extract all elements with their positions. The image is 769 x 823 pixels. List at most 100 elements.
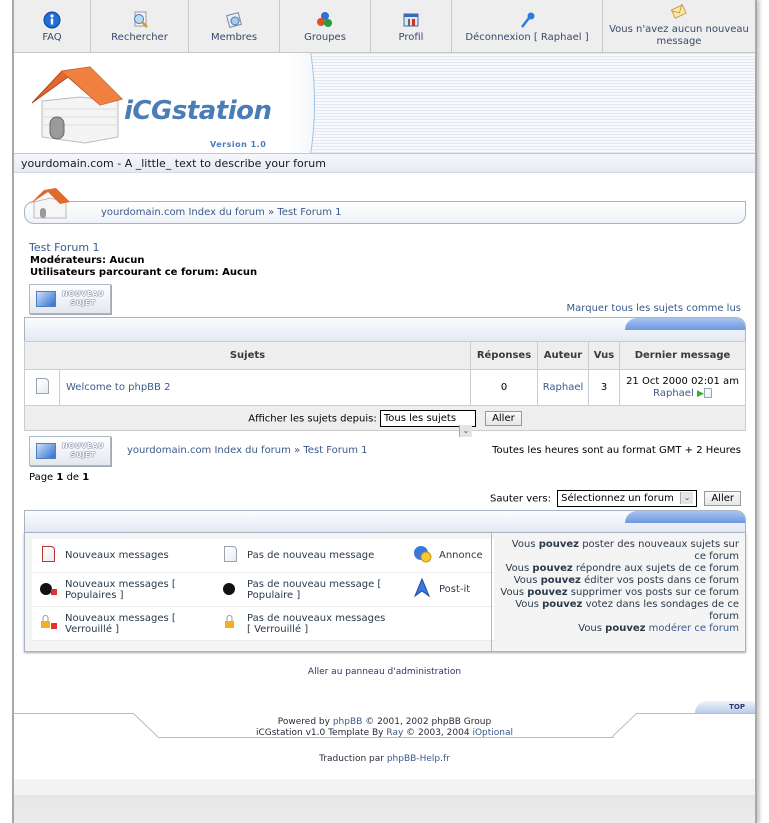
permission-item: Vous pouvez éditer vos posts dans ce for… — [513, 575, 739, 586]
chevron-down-icon: ⌄ — [680, 492, 694, 504]
topics-table-cap — [24, 317, 746, 342]
nav-members[interactable]: Membres — [189, 0, 280, 52]
moderate-forum-link[interactable]: modérer ce forum — [649, 623, 739, 634]
pagination-text: Page 1 de 1 — [29, 472, 90, 483]
translation-text: Traduction par phpBB-Help.fr — [319, 754, 450, 764]
translation-link[interactable]: phpBB-Help.fr — [387, 754, 450, 764]
breadcrumb-index-link[interactable]: yourdomain.com Index du forum — [127, 445, 291, 456]
legend-row: Nouveaux messages Pas de nouveau message… — [32, 539, 494, 573]
new-posts-icon — [41, 546, 55, 562]
topic-days-select[interactable]: Tous les sujets ⌄ — [379, 409, 476, 437]
browsing-users-text: Utilisateurs parcourant ce forum: Aucun — [30, 267, 258, 278]
ioptional-link[interactable]: iOptional — [472, 728, 513, 738]
header-views: Vus — [588, 341, 620, 370]
no-new-posts-icon — [223, 546, 237, 562]
new-hot-posts-icon — [40, 583, 57, 595]
last-post-date: 21 Oct 2000 02:01 am — [626, 375, 739, 387]
timezone-text: Toutes les heures sont au format GMT + 2… — [492, 445, 741, 456]
header-topics: Sujets — [24, 341, 471, 370]
envelope-icon — [670, 3, 688, 21]
footer-bar — [14, 779, 755, 823]
no-new-locked-posts-icon — [225, 615, 234, 628]
topic-title-link[interactable]: Welcome to phpBB 2 — [66, 382, 170, 393]
latest-post-icon[interactable]: ▶ — [697, 389, 704, 399]
nav-search[interactable]: Rechercher — [91, 0, 189, 52]
nav-messages[interactable]: Vous n'avez aucun nouveau message — [603, 0, 755, 52]
back-to-top-link[interactable]: TOP — [695, 701, 755, 713]
breadcrumb: yourdomain.com Index du forum » Test For… — [101, 207, 342, 218]
permission-item: Vous pouvez modérer ce forum — [578, 623, 739, 634]
topics-table: Sujets Réponses Auteur Vus Dernier messa… — [24, 341, 746, 437]
new-topic-button-bottom[interactable]: NOUVEAU SUJET — [29, 436, 111, 466]
site-header: iCGstation Version 1.0 — [14, 53, 755, 153]
logo-text: iCGstation — [124, 96, 272, 126]
jump-forum-select[interactable]: Sélectionnez un forum ⌄ — [557, 490, 698, 507]
page-frame: FAQ Rechercher Membres Groupes Profil Dé… — [12, 0, 757, 823]
legend-divider — [491, 533, 492, 651]
breadcrumb-bottom: yourdomain.com Index du forum » Test For… — [127, 445, 368, 456]
topic-author-link[interactable]: Raphael — [543, 382, 584, 393]
legend-row: Nouveaux messages [ Verrouillé ] Pas de … — [32, 606, 494, 641]
sticky-icon — [413, 577, 431, 598]
search-icon — [131, 11, 149, 29]
topic-read-icon — [35, 378, 49, 394]
permission-item: Vous pouvez répondre aux sujets de ce fo… — [505, 563, 740, 574]
chevron-down-icon: ⌄ — [458, 424, 472, 437]
forum-title-link[interactable]: Test Forum 1 — [29, 241, 100, 254]
breadcrumb-index-link[interactable]: yourdomain.com Index du forum — [101, 207, 265, 218]
home-icon — [30, 188, 70, 219]
filter-go-button[interactable]: Aller — [485, 410, 522, 426]
legend-box: Nouveaux messages Pas de nouveau message… — [24, 532, 746, 652]
phpbb-link[interactable]: phpBB — [333, 717, 362, 727]
nav-logout[interactable]: Déconnexion [ Raphael ] — [452, 0, 603, 52]
last-post-author-link[interactable]: Raphael — [653, 388, 694, 399]
jump-to-forum: Sauter vers: Sélectionnez un forum ⌄ Alle… — [490, 490, 741, 507]
table-row: Welcome to phpBB 2 0 Raphael 3 21 Oct 20… — [24, 369, 746, 406]
legend-row: Nouveaux messages [ Populaires ] Pas de … — [32, 572, 494, 607]
faq-icon — [43, 11, 61, 29]
jump-go-button[interactable]: Aller — [704, 491, 741, 506]
topic-replies: 0 — [470, 369, 538, 406]
header-author: Auteur — [537, 341, 589, 370]
mark-all-read-link[interactable]: Marquer tous les sujets comme lus — [567, 303, 741, 314]
house-logo-icon — [31, 66, 123, 144]
ray-link[interactable]: Ray — [386, 728, 403, 738]
nav-faq[interactable]: FAQ — [14, 0, 91, 52]
header-replies: Réponses — [470, 341, 538, 370]
footer-line-left — [14, 713, 134, 714]
profile-icon — [402, 11, 420, 29]
top-nav: FAQ Rechercher Membres Groupes Profil Dé… — [14, 0, 755, 53]
site-tagline: yourdomain.com - A _little_ text to desc… — [14, 153, 755, 173]
key-icon — [518, 11, 536, 29]
permissions-list: Vous pouvez poster des nouveaux sujets s… — [499, 539, 739, 635]
no-new-hot-posts-icon — [223, 583, 235, 595]
announcement-icon — [414, 546, 432, 563]
permission-item: Vous pouvez supprimer vos posts sur ce f… — [500, 587, 739, 598]
new-locked-posts-icon — [41, 615, 57, 629]
envelope-icon — [36, 443, 56, 459]
header-stripes — [284, 53, 755, 153]
header-last-post: Dernier message — [619, 341, 746, 370]
version-label: Version 1.0 — [210, 140, 267, 149]
permission-item: Vous pouvez votez dans les sondages de c… — [515, 599, 739, 622]
envelope-icon — [36, 291, 56, 307]
topic-views: 3 — [588, 369, 620, 406]
nav-groups[interactable]: Groupes — [280, 0, 371, 52]
powered-by-text: Powered by phpBB © 2001, 2002 phpBB Grou… — [255, 717, 514, 738]
jump-label: Sauter vers: — [490, 493, 551, 505]
footer-line-right — [636, 713, 755, 714]
filter-label: Afficher les sujets depuis: — [248, 413, 377, 424]
table-header-row: Sujets Réponses Auteur Vus Dernier messa… — [24, 341, 746, 370]
permission-item: Vous pouvez poster des nouveaux sujets s… — [511, 539, 739, 562]
breadcrumb-forum-link[interactable]: Test Forum 1 — [277, 207, 341, 218]
nav-profile[interactable]: Profil — [371, 0, 452, 52]
icon-legend: Nouveaux messages Pas de nouveau message… — [32, 539, 494, 641]
members-icon — [225, 11, 243, 29]
breadcrumb-forum-link[interactable]: Test Forum 1 — [303, 445, 367, 456]
legend-cap — [24, 510, 746, 533]
admin-panel-link[interactable]: Aller au panneau d'administration — [14, 667, 755, 677]
new-topic-button[interactable]: NOUVEAU SUJET — [29, 284, 111, 314]
groups-icon — [316, 11, 334, 29]
moderators-text: Modérateurs: Aucun — [30, 255, 145, 266]
table-footer-row: Afficher les sujets depuis: Tous les suj… — [24, 405, 746, 437]
